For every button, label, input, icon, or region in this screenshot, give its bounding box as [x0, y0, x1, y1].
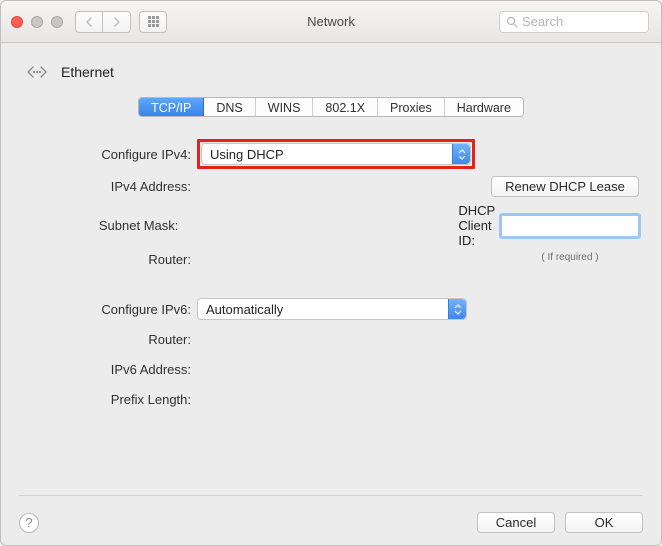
nav-back-forward [75, 11, 131, 33]
back-button[interactable] [75, 11, 103, 33]
tab-bar: TCP/IP DNS WINS 802.1X Proxies Hardware [19, 97, 643, 117]
show-all-button[interactable] [139, 11, 167, 33]
minimize-window-button[interactable] [31, 16, 43, 28]
footer: ? Cancel OK [19, 504, 643, 533]
configure-ipv4-value: Using DHCP [210, 147, 284, 162]
subnet-mask-label: Subnet Mask: [23, 218, 184, 233]
configure-ipv4-select[interactable]: Using DHCP [201, 143, 471, 165]
search-placeholder: Search [522, 14, 563, 29]
tab-8021x[interactable]: 802.1X [313, 98, 378, 116]
configure-ipv6-select[interactable]: Automatically [197, 298, 467, 320]
tab-proxies[interactable]: Proxies [378, 98, 445, 116]
ok-button[interactable]: OK [565, 512, 643, 533]
close-window-button[interactable] [11, 16, 23, 28]
ethernet-icon [23, 61, 51, 83]
tab-dns[interactable]: DNS [204, 98, 255, 116]
ipv6-router-label: Router: [23, 332, 197, 347]
configure-ipv4-highlight: Using DHCP [197, 139, 475, 169]
tab-tcpip[interactable]: TCP/IP [139, 98, 204, 116]
content-area: Ethernet TCP/IP DNS WINS 802.1X Proxies … [1, 43, 661, 545]
search-field[interactable]: Search [499, 11, 649, 33]
ipv4-address-label: IPv4 Address: [23, 179, 197, 194]
interface-header: Ethernet [19, 61, 643, 83]
dhcp-client-id-hint: ( If required ) [501, 252, 639, 263]
interface-name: Ethernet [61, 64, 114, 80]
cancel-button[interactable]: Cancel [477, 512, 555, 533]
select-stepper-icon [448, 299, 466, 319]
dhcp-client-id-input[interactable] [501, 215, 639, 237]
help-button[interactable]: ? [19, 513, 39, 533]
titlebar: Network Search [1, 1, 661, 43]
tab-hardware[interactable]: Hardware [445, 98, 523, 116]
configure-ipv6-label: Configure IPv6: [23, 302, 197, 317]
zoom-window-button[interactable] [51, 16, 63, 28]
ipv6-address-label: IPv6 Address: [23, 362, 197, 377]
ipv4-router-label: Router: [23, 252, 197, 267]
forward-button[interactable] [103, 11, 131, 33]
grid-icon [148, 16, 159, 27]
prefix-length-label: Prefix Length: [23, 392, 197, 407]
tab-wins[interactable]: WINS [256, 98, 314, 116]
traffic-lights [11, 16, 63, 28]
select-stepper-icon [452, 144, 470, 164]
preferences-window: Network Search Ethernet TCP/IP DNS WINS [0, 0, 662, 546]
tabs: TCP/IP DNS WINS 802.1X Proxies Hardware [138, 97, 524, 117]
tcpip-form: Configure IPv4: Using DHCP [19, 137, 643, 495]
configure-ipv6-value: Automatically [206, 302, 283, 317]
dhcp-client-id-label: DHCP Client ID: [458, 203, 495, 248]
footer-divider [19, 495, 643, 496]
search-icon [506, 16, 518, 28]
configure-ipv4-label: Configure IPv4: [23, 147, 197, 162]
renew-dhcp-button[interactable]: Renew DHCP Lease [491, 176, 639, 197]
